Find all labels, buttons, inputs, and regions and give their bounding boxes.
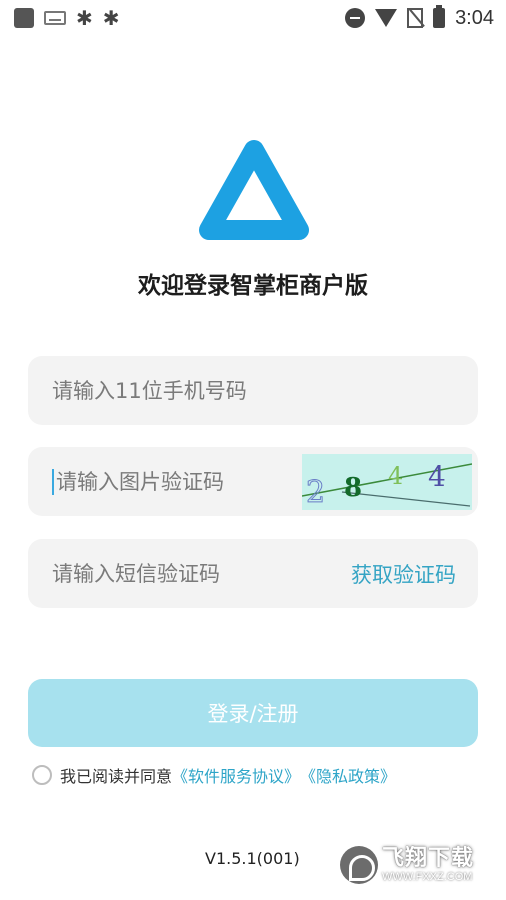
watermark-text: 飞翔下载 WWW.FXXZ.COM	[382, 845, 475, 883]
captcha-field[interactable]: 2 8 4 4	[28, 447, 478, 516]
watermark: 飞翔下载 WWW.FXXZ.COM	[340, 840, 500, 890]
version-label: V1.5.1(001)	[205, 849, 300, 868]
terms-link[interactable]: 《软件服务协议》	[172, 763, 300, 787]
svg-text:8: 8	[344, 473, 362, 503]
do-not-disturb-icon	[345, 8, 366, 28]
sms-code-input[interactable]	[52, 561, 351, 586]
agreement-prefix: 我已阅读并同意	[60, 767, 173, 786]
app-square-icon	[14, 8, 34, 28]
status-bar: ✱ ✱ 3:04	[0, 0, 506, 36]
wifi-icon	[375, 9, 398, 27]
watermark-url: WWW.FXXZ.COM	[382, 870, 473, 883]
svg-text:2: 2	[306, 475, 325, 510]
status-left: ✱ ✱	[14, 8, 120, 28]
login-register-button[interactable]: 登录/注册	[28, 679, 478, 747]
welcome-title: 欢迎登录智掌柜商户版	[138, 273, 368, 299]
keyboard-icon	[44, 11, 66, 25]
battery-icon	[433, 5, 446, 28]
privacy-link[interactable]: 《隐私政策》	[300, 763, 396, 787]
captcha-input[interactable]	[56, 469, 302, 494]
captcha-image[interactable]: 2 8 4 4	[302, 453, 472, 510]
bug-icon: ✱	[102, 6, 120, 30]
status-time: 3:04	[455, 6, 494, 29]
get-code-button[interactable]: 获取验证码	[351, 559, 478, 589]
sms-code-field[interactable]: 获取验证码	[28, 539, 478, 608]
status-right: 3:04	[345, 5, 494, 30]
triangle-logo-icon	[199, 140, 309, 240]
agreement-radio[interactable]	[32, 765, 52, 785]
bug-icon: ✱	[76, 6, 93, 30]
text-cursor	[52, 468, 54, 495]
captcha-graphic: 2 8 4 4	[302, 460, 472, 510]
no-sim-icon	[407, 8, 424, 28]
svg-text:4: 4	[428, 460, 446, 493]
svg-text:4: 4	[388, 462, 403, 490]
phone-input[interactable]	[52, 378, 478, 403]
phone-field[interactable]	[28, 356, 478, 425]
agreement-row: 我已阅读并同意 《软件服务协议》 《隐私政策》	[32, 763, 396, 787]
watermark-title: 飞翔下载	[382, 845, 475, 871]
watermark-logo-icon	[340, 846, 378, 884]
